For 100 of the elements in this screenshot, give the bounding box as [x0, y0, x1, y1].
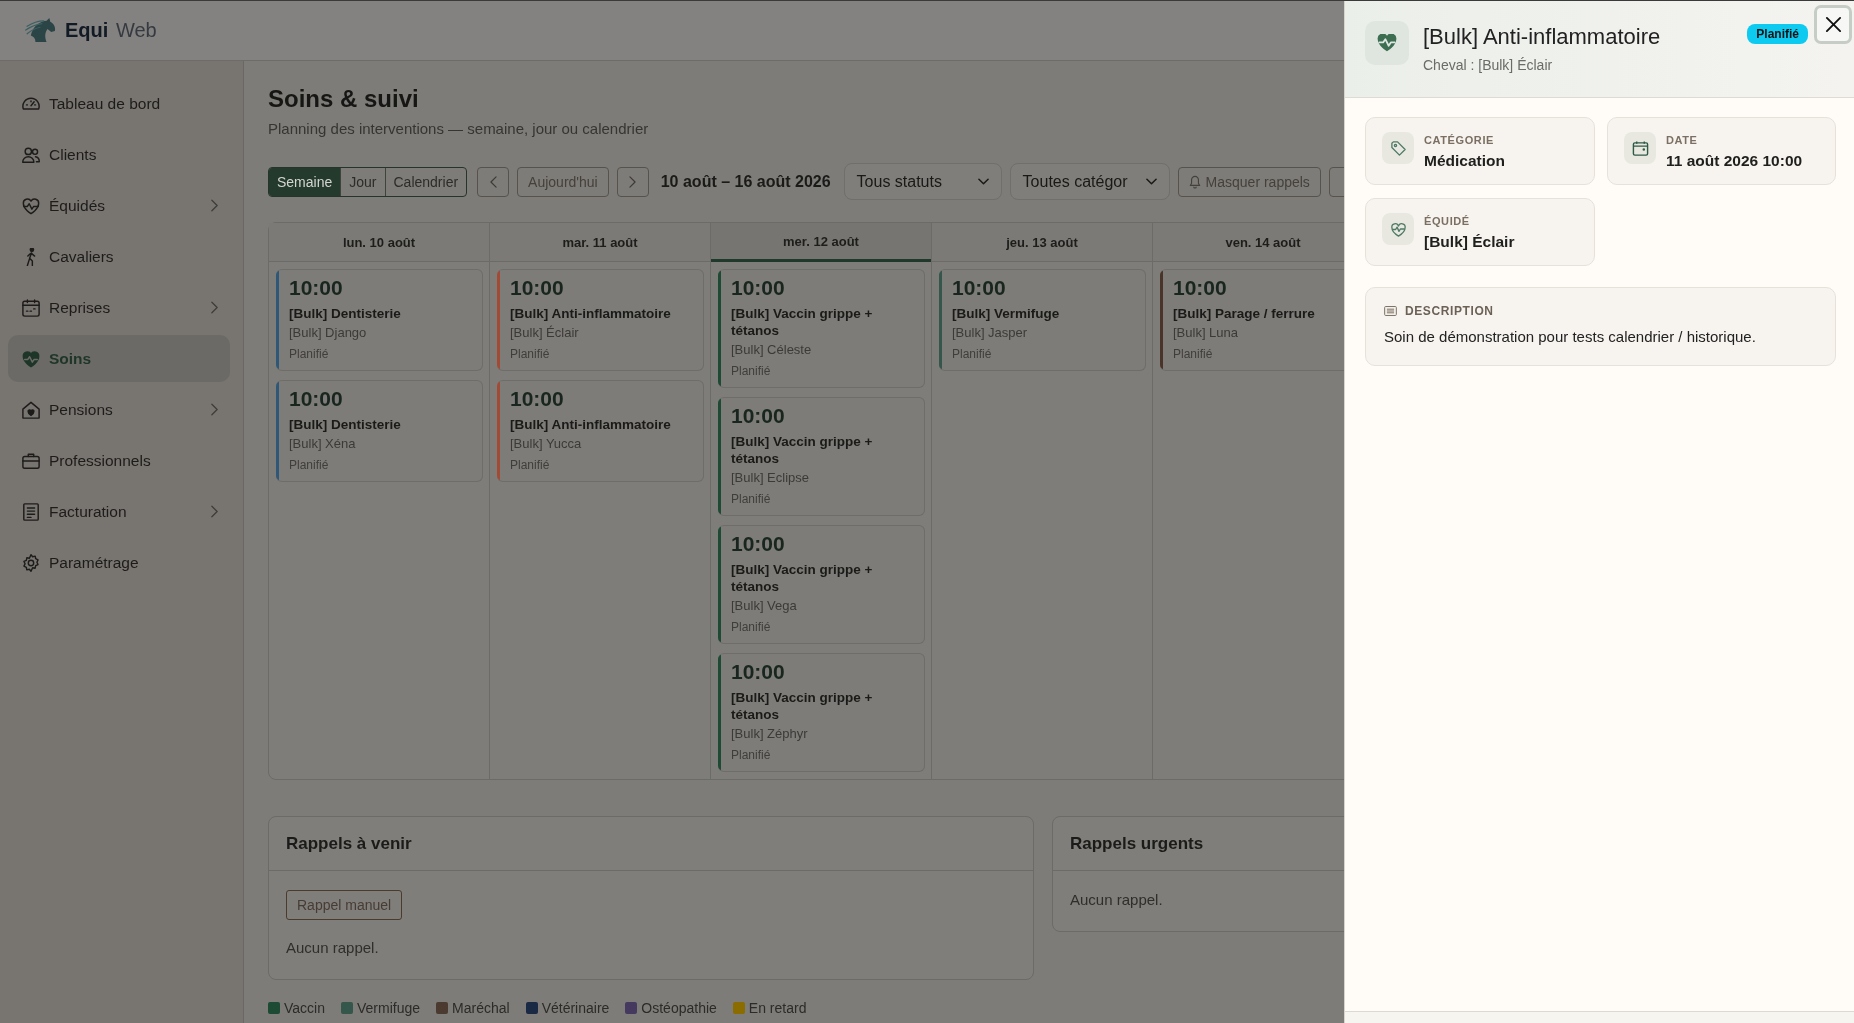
- event-title: [Bulk] Vaccin grippe + tétanos: [731, 305, 874, 339]
- sidebar-item[interactable]: Paramétrage: [8, 539, 230, 586]
- drawer-title: [Bulk] Anti-inflammatoire: [1423, 23, 1662, 51]
- horse-name: [Bulk] Eclipse: [731, 469, 811, 487]
- bell-icon: [1188, 174, 1201, 189]
- event-card[interactable]: 10:00 [Bulk] Vaccin grippe + tétanos [Bulk] Vega Planifié: [718, 525, 925, 644]
- field-value: [Bulk] Éclair: [1424, 232, 1515, 252]
- panel-title: Rappels urgents: [1070, 833, 1204, 854]
- chevron-down-icon: [977, 178, 989, 185]
- event-title: [Bulk] Anti-inflammatoire: [510, 416, 672, 433]
- sidebar-item[interactable]: Cavaliers: [8, 233, 230, 280]
- horse-name: [Bulk] Vega: [731, 597, 798, 615]
- brand-name: Equi Web: [65, 19, 157, 42]
- drawer-subtitle: Cheval : [Bulk] Éclair: [1423, 56, 1554, 74]
- legend-label: Vétérinaire: [541, 999, 610, 1017]
- event-title: [Bulk] Vaccin grippe + tétanos: [731, 561, 874, 595]
- event-card[interactable]: 10:00 [Bulk] Vaccin grippe + tétanos [Bulk] Céleste Planifié: [718, 269, 925, 388]
- close-button[interactable]: [1814, 5, 1852, 44]
- field-label: CATÉGORIE: [1424, 133, 1495, 147]
- event-card[interactable]: 10:00 [Bulk] Vermifuge [Bulk] Jasper Planifié: [939, 269, 1146, 371]
- view-tab[interactable]: Semaine: [269, 167, 341, 196]
- event-time: 10:00: [952, 275, 1007, 301]
- field-label: DATE: [1666, 133, 1699, 147]
- sidebar-item[interactable]: Professionnels: [8, 437, 230, 484]
- event-time: 10:00: [1173, 275, 1228, 301]
- empty-message: Aucun rappel.: [286, 938, 380, 958]
- previous-button[interactable]: [477, 166, 510, 197]
- calendar-icon: [1624, 132, 1656, 164]
- event-time: 10:00: [731, 275, 786, 301]
- chevron-down-icon: [1145, 178, 1157, 185]
- filter-select[interactable]: Tous statuts: [843, 163, 1002, 200]
- sidebar-item[interactable]: Facturation: [8, 488, 230, 535]
- text-lines-icon: [1384, 306, 1397, 316]
- horse-name: [Bulk] Céleste: [731, 341, 813, 359]
- next-button[interactable]: [616, 166, 649, 197]
- event-title: [Bulk] Vaccin grippe + tétanos: [731, 433, 874, 467]
- page-subtitle: Planning des interventions — semaine, jour ou calendrier: [268, 119, 650, 139]
- day-header: mer. 12 août: [711, 223, 931, 262]
- users-icon: [22, 145, 40, 164]
- receipt-icon: [22, 502, 40, 521]
- event-status: Planifié: [952, 346, 993, 362]
- event-card[interactable]: 10:00 [Bulk] Anti-inflammatoire [Bulk] Yucca Planifié: [497, 380, 704, 482]
- horse-name: [Bulk] Zéphyr: [731, 725, 809, 743]
- calendar-icon: [22, 298, 40, 317]
- panel-title: Rappels à venir: [286, 833, 412, 854]
- event-status: Planifié: [510, 346, 551, 362]
- event-time: 10:00: [731, 659, 786, 685]
- event-time: 10:00: [289, 386, 344, 412]
- horse-name: [Bulk] Luna: [1173, 324, 1240, 342]
- event-status: Planifié: [731, 747, 772, 763]
- horse-name: [Bulk] Xéna: [289, 435, 357, 453]
- field-value: 11 août 2026 10:00: [1666, 151, 1803, 171]
- empty-message: Aucun rappel.: [1070, 890, 1164, 910]
- view-tab[interactable]: Calendrier: [384, 167, 467, 196]
- sidebar-item[interactable]: Soins: [8, 335, 230, 382]
- event-card[interactable]: 10:00 [Bulk] Anti-inflammatoire [Bulk] Éclair Planifié: [497, 269, 704, 371]
- house-heart-icon: [22, 400, 40, 419]
- event-status: Planifié: [731, 491, 772, 507]
- section-label: DESCRIPTION: [1405, 303, 1494, 319]
- event-time: 10:00: [731, 403, 786, 429]
- close-icon: [1824, 16, 1842, 33]
- event-card[interactable]: 10:00 [Bulk] Vaccin grippe + tétanos [Bulk] Eclipse Planifié: [718, 397, 925, 516]
- event-status: Planifié: [1173, 346, 1214, 362]
- event-status: Planifié: [731, 363, 772, 379]
- hide-reminders-button[interactable]: Masquer rappels: [1177, 166, 1321, 197]
- horse-name: [Bulk] Jasper: [952, 324, 1029, 342]
- event-card[interactable]: 10:00 [Bulk] Dentisterie [Bulk] Django Planifié: [276, 269, 483, 371]
- heart-pulse-icon: [22, 196, 40, 215]
- event-card[interactable]: 10:00 [Bulk] Dentisterie [Bulk] Xéna Planifié: [276, 380, 483, 482]
- today-button[interactable]: Aujourd'hui: [517, 166, 609, 197]
- briefcase-icon: [22, 451, 40, 470]
- view-tab[interactable]: Jour: [340, 167, 385, 196]
- field-label: ÉQUIDÉ: [1424, 214, 1471, 228]
- event-time: 10:00: [289, 275, 344, 301]
- field-value: Médication: [1424, 151, 1505, 171]
- manual-reminder-button[interactable]: Rappel manuel: [286, 890, 403, 920]
- sidebar-item[interactable]: Tableau de bord: [8, 80, 230, 127]
- event-status: Planifié: [510, 457, 551, 473]
- event-status: Planifié: [289, 457, 330, 473]
- horse-name: [Bulk] Éclair: [510, 324, 580, 342]
- legend-label: Vaccin: [284, 999, 325, 1017]
- event-card[interactable]: 10:00 [Bulk] Vaccin grippe + tétanos [Bulk] Zéphyr Planifié: [718, 653, 925, 772]
- status-badge: Planifié: [1747, 24, 1808, 44]
- event-title: [Bulk] Vaccin grippe + tétanos: [731, 689, 874, 723]
- horse-name: [Bulk] Django: [289, 324, 368, 342]
- settings-icon: [22, 553, 40, 572]
- description-text: Soin de démonstration pour tests calendrier / historique.: [1384, 327, 1757, 347]
- chevron-left-icon: [489, 175, 497, 188]
- horse-name: [Bulk] Yucca: [510, 435, 583, 453]
- event-time: 10:00: [510, 386, 565, 412]
- sidebar-item[interactable]: Reprises: [8, 284, 230, 331]
- filter-select[interactable]: Toutes catégor: [1009, 163, 1170, 200]
- sidebar-item[interactable]: Clients: [8, 131, 230, 178]
- event-title: [Bulk] Anti-inflammatoire: [510, 305, 672, 322]
- sidebar-item[interactable]: Équidés: [8, 182, 230, 229]
- event-title: [Bulk] Parage / ferrure: [1173, 305, 1316, 322]
- event-title: [Bulk] Dentisterie: [289, 416, 402, 433]
- event-card[interactable]: 10:00 [Bulk] Parage / ferrure [Bulk] Luna Planifié: [1160, 269, 1344, 371]
- sidebar-item[interactable]: Pensions: [8, 386, 230, 433]
- event-status: Planifié: [731, 619, 772, 635]
